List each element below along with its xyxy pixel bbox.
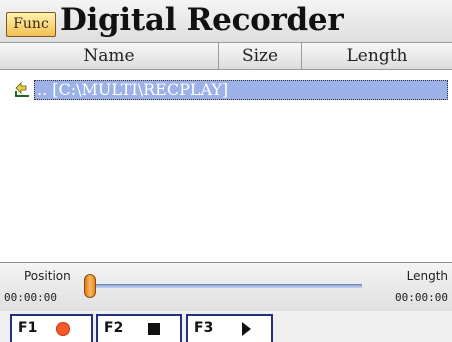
up-folder-icon [15, 82, 29, 97]
length-label: Length [406, 269, 448, 283]
stop-icon [148, 323, 160, 335]
f2-label: F2 [104, 320, 124, 336]
column-header: Name Size Length [0, 42, 452, 70]
position-time: 00:00:00 [4, 291, 57, 304]
play-button[interactable]: F3 [186, 314, 273, 342]
position-panel: Position 00:00:00 Length 00:00:00 [0, 263, 452, 311]
function-key-bar: F1 F2 F3 [0, 311, 452, 342]
app-title: Digital Recorder [60, 2, 344, 38]
length-time: 00:00:00 [395, 291, 448, 304]
record-button[interactable]: F1 [10, 314, 93, 342]
column-size-header[interactable]: Size [219, 43, 302, 69]
record-icon [56, 322, 70, 336]
file-row-label[interactable]: .. [C:\MULTI\RECPLAY] [34, 80, 448, 100]
play-icon [242, 322, 251, 336]
position-slider-track[interactable] [90, 284, 362, 288]
func-button[interactable]: Func [6, 12, 56, 37]
position-label: Position [24, 269, 71, 283]
column-name-header[interactable]: Name [0, 43, 219, 69]
stop-button[interactable]: F2 [96, 314, 182, 342]
position-slider-thumb[interactable] [84, 274, 96, 298]
f1-label: F1 [18, 320, 38, 336]
f3-label: F3 [194, 320, 214, 336]
file-list[interactable]: .. [C:\MULTI\RECPLAY] [0, 70, 452, 262]
column-length-header[interactable]: Length [302, 43, 452, 69]
title-bar: Func Digital Recorder [0, 0, 452, 42]
